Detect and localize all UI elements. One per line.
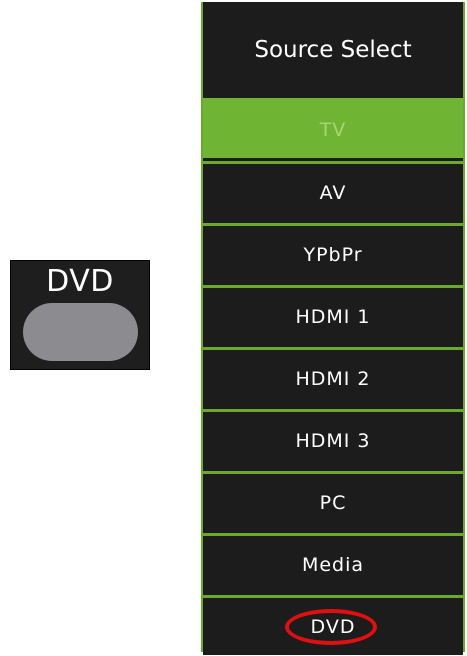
- source-item-hdmi-2[interactable]: HDMI 2: [203, 347, 463, 407]
- source-item-label: HDMI 3: [295, 430, 371, 452]
- source-item-ypbpr[interactable]: YPbPr: [203, 223, 463, 283]
- source-item-dvd[interactable]: DVD: [203, 595, 463, 655]
- source-item-label: AV: [319, 182, 347, 204]
- source-item-label: HDMI 1: [295, 306, 371, 328]
- source-item-label: TV: [319, 119, 347, 141]
- source-item-av[interactable]: AV: [203, 161, 463, 221]
- source-item-media[interactable]: Media: [203, 533, 463, 593]
- source-item-hdmi-1[interactable]: HDMI 1: [203, 285, 463, 345]
- source-select-menu: Source Select TV AV YPbPr HDMI 1 HDMI 2 …: [201, 2, 465, 655]
- source-item-label: HDMI 2: [295, 368, 371, 390]
- source-item-tv[interactable]: TV: [203, 98, 463, 158]
- source-item-pc[interactable]: PC: [203, 471, 463, 531]
- menu-title: Source Select: [203, 2, 463, 98]
- remote-dvd-button[interactable]: DVD: [10, 260, 150, 370]
- remote-dvd-button-label: DVD: [46, 264, 114, 299]
- source-item-label: YPbPr: [303, 244, 363, 266]
- source-item-label: DVD: [310, 616, 356, 638]
- source-item-label: Media: [301, 554, 365, 576]
- remote-button-cap[interactable]: [23, 303, 138, 361]
- source-item-label: PC: [319, 492, 347, 514]
- source-item-hdmi-3[interactable]: HDMI 3: [203, 409, 463, 469]
